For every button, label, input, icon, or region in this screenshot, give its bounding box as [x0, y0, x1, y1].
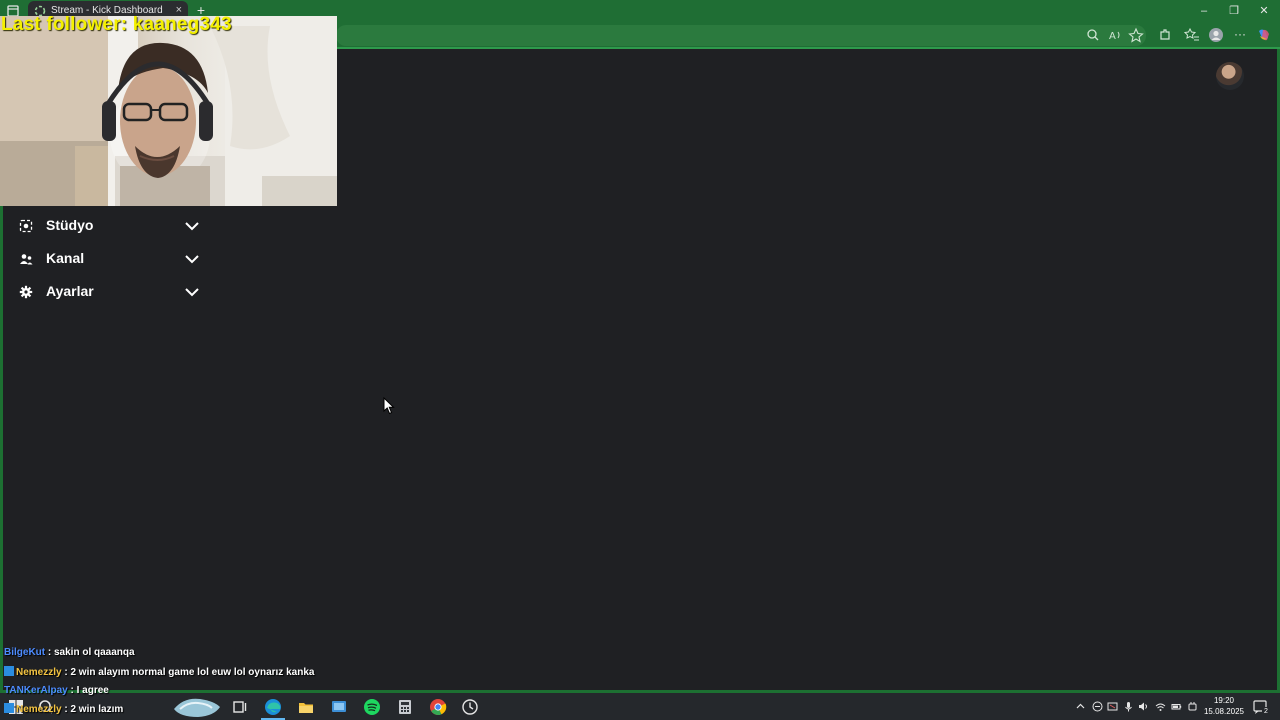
notification-count-badge: 2: [1262, 707, 1270, 716]
chat-text: sakin ol qaaanqa: [54, 647, 135, 658]
chevron-down-icon[interactable]: [184, 252, 200, 266]
chat-message: BilgeKut : sakin ol qaaanqa: [4, 647, 135, 663]
tray-app-icon[interactable]: [1092, 701, 1103, 712]
calculator-icon[interactable]: [395, 697, 415, 717]
chevron-down-icon[interactable]: [184, 285, 200, 299]
sidebar-item-settings[interactable]: Ayarlar: [0, 277, 210, 307]
chevron-up-icon[interactable]: [1075, 701, 1086, 712]
last-follower-text: Last follower: kaaneg343: [1, 14, 232, 35]
chat-username: Nemezzly: [16, 667, 62, 678]
chat-text: 2 win alayım normal game lol euw lol oyn…: [70, 667, 315, 678]
sidebar-item-label: Kanal: [46, 250, 85, 266]
chrome-icon[interactable]: [428, 697, 448, 717]
chat-badge-icon: [4, 703, 14, 713]
gear-icon: [19, 285, 33, 299]
file-explorer-icon[interactable]: [296, 697, 316, 717]
battery-icon[interactable]: [1171, 701, 1182, 712]
chat-text: 2 win lazım: [70, 704, 124, 715]
clock-date-text: 15.08.2025: [1203, 707, 1245, 716]
chat-username: BilgeKut: [4, 647, 46, 658]
chat-message: Nemezzly : 2 win lazım: [4, 703, 123, 719]
chat-separator: :: [45, 647, 54, 658]
favorite-star-icon[interactable]: [1128, 27, 1144, 43]
clock-time: 19:20: [1213, 696, 1235, 705]
power-plug-icon[interactable]: [1187, 701, 1198, 712]
read-aloud-icon[interactable]: A: [1107, 27, 1123, 43]
chat-username: TANKerAlpay: [4, 685, 68, 696]
copilot-icon[interactable]: [1256, 27, 1272, 43]
clock-date[interactable]: 19:20 15.08.2025: [1200, 695, 1248, 717]
chat-username: Nemezzly: [16, 704, 62, 715]
close-window-button[interactable]: ✕: [1249, 3, 1279, 19]
taskbar-widget-image[interactable]: [172, 695, 222, 719]
profile-avatar-icon[interactable]: [1208, 27, 1224, 43]
volume-icon[interactable]: [1138, 701, 1149, 712]
clock-app-icon[interactable]: [460, 697, 480, 717]
maximize-button[interactable]: ❐: [1219, 3, 1249, 19]
chat-separator: :: [67, 685, 77, 696]
studio-icon: [19, 219, 33, 233]
address-bar[interactable]: [336, 25, 1146, 46]
svg-text:A: A: [1109, 31, 1116, 42]
chat-message: TANKerAlpay : I agree: [4, 685, 109, 701]
user-avatar[interactable]: [1216, 62, 1244, 90]
chat-badge-icon: [4, 666, 14, 676]
edge-browser-icon[interactable]: [263, 697, 283, 717]
microphone-icon[interactable]: [1123, 701, 1134, 712]
chat-message: Nemezzly : 2 win alayım normal game lol …: [4, 666, 314, 682]
sidebar-item-channel[interactable]: Kanal: [0, 244, 210, 274]
more-menu-button[interactable]: ···: [1231, 27, 1249, 43]
channel-users-icon: [20, 254, 33, 265]
webcam-video-image: [0, 16, 337, 206]
spotify-icon[interactable]: [362, 697, 382, 717]
wifi-icon[interactable]: [1155, 701, 1166, 712]
sidebar-item-label: Ayarlar: [46, 283, 94, 299]
chevron-down-icon[interactable]: [184, 219, 200, 233]
favorites-list-icon[interactable]: [1184, 27, 1200, 43]
webcam-overlay: [0, 16, 337, 206]
screen-app-icon[interactable]: [329, 697, 349, 717]
extensions-icon[interactable]: [1157, 27, 1173, 43]
zoom-icon[interactable]: [1085, 27, 1101, 43]
tray-app-icon[interactable]: [1107, 701, 1118, 712]
minimize-button[interactable]: –: [1189, 3, 1219, 19]
task-view-icon[interactable]: [230, 697, 250, 717]
chat-text: I agree: [76, 685, 109, 696]
sidebar-item-label: Stüdyo: [46, 217, 94, 233]
mouse-cursor-icon: [383, 397, 395, 415]
sidebar-item-studio[interactable]: Stüdyo: [0, 211, 210, 241]
